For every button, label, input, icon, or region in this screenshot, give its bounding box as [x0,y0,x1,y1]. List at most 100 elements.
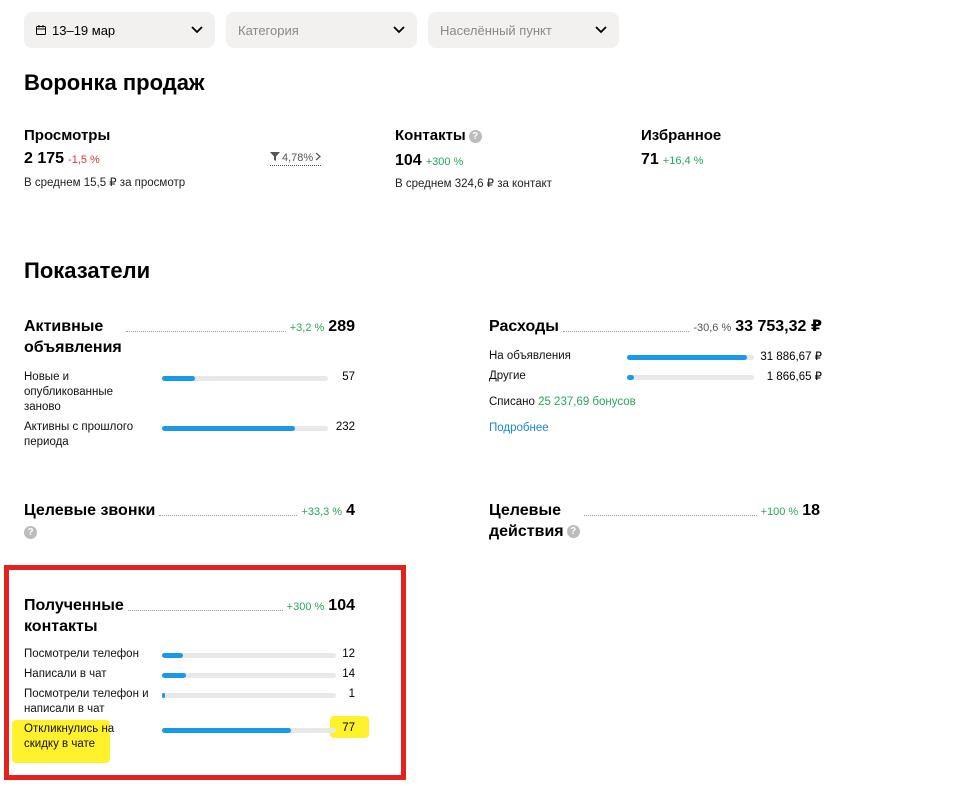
active-ads-title: Активные объявления [24,316,122,358]
expenses-value: 33 753,32 ₽ [735,318,822,335]
target-actions-title-line2: действия [489,523,564,540]
target-actions-delta: +100 % [760,506,799,518]
date-filter[interactable]: 13–19 мар [24,12,215,48]
expenses-more-link[interactable]: Подробнее [489,421,549,436]
phone-and-chat-label: Посмотрели телефон и написали в чат [24,688,149,715]
expenses-other-label: Другие [489,370,526,382]
expenses-other-value: 1 866,65 ₽ [766,371,822,383]
wrote-chat-label: Написали в чат [24,668,107,680]
active-ads-new-bar [162,376,328,381]
dotted-leader [127,610,283,611]
contacts-average: В среднем 324,6 ₽ за контакт [395,178,552,190]
question-icon[interactable]: ? [468,129,482,143]
expenses-header: Расходы -30,6 % 33 753,32 ₽ [489,316,822,337]
expenses-other-bar-fill [627,375,634,380]
target-calls-header: Целевые звонки +33,3 % 4 [24,500,355,521]
discount-response-bar-fill [162,728,291,733]
category-filter[interactable]: Категория [226,12,417,48]
views-value: 2 175 -1,5 % [24,150,100,168]
received-contacts-value: 104 [328,597,355,614]
contacts-delta: +300 % [425,156,464,168]
wrote-chat-bar-fill [162,673,187,678]
received-contacts-delta: +300 % [286,601,325,613]
question-icon[interactable]: ? [24,526,37,539]
active-ads-new-label: Новые и опубликованные заново [24,371,114,413]
location-filter-placeholder: Населённый пункт [440,22,552,38]
phone-viewed-label: Посмотрели телефон [24,648,139,660]
contacts-label-text: Контакты [395,127,466,144]
target-actions-title-line1: Целевые [489,502,562,519]
target-actions-header: Целевые действия? +100 % 18 [489,500,820,542]
favorites-label: Избранное [641,127,722,144]
views-label: Просмотры [24,127,111,144]
phone-and-chat-bar [162,693,336,698]
contacts-label: Контакты? [395,127,482,144]
expenses-ads-value: 31 886,67 ₽ [760,351,822,363]
written-off-label: Списано [489,396,535,408]
active-ads-new-value: 57 [342,371,355,383]
dotted-leader [159,515,298,516]
discount-response-bar [162,728,336,733]
wrote-chat-value: 14 [342,668,355,680]
funnel-filter-icon [270,152,280,164]
expenses-title: Расходы [489,318,559,335]
active-ads-prev-bar [162,426,328,431]
views-delta: -1,5 % [68,154,100,166]
active-ads-new-bar-fill [162,376,196,381]
favorites-value: 71 +16,4 % [641,151,703,169]
written-off-value: 25 237,69 бонусов [538,396,636,408]
chevron-down-icon [595,24,607,36]
received-contacts-title-line2: контакты [24,618,98,635]
received-contacts-header: Полученные контакты +300 % 104 [24,595,355,637]
expenses-ads-bar-fill [627,355,747,360]
contacts-value: 104 +300 % [395,152,463,170]
received-contacts-title: Полученные контакты [24,595,124,637]
favorites-delta: +16,4 % [662,155,704,167]
target-calls-delta: +33,3 % [301,506,343,518]
wrote-chat-bar [162,673,336,678]
expenses-written-off: Списано 25 237,69 бонусов [489,395,636,410]
views-average: В среднем 15,5 ₽ за просмотр [24,177,186,189]
expenses-other-bar [627,375,754,380]
expenses-ads-label: На объявления [489,350,571,362]
expenses-ads-bar [627,355,754,360]
active-ads-title-line1: Активные [24,318,104,335]
expenses-delta: -30,6 % [693,322,732,334]
target-calls-value: 4 [346,502,355,519]
views-number: 2 175 [24,150,65,167]
active-ads-title-line2: объявления [24,339,122,356]
discount-response-value: 77 [342,722,355,734]
discount-response-label: Откликнулись на скидку в чате [24,723,115,750]
phone-viewed-bar-fill [162,653,183,658]
dotted-leader [583,515,757,516]
phone-and-chat-value: 1 [348,688,355,700]
phone-and-chat-bar-fill [162,693,166,698]
dotted-leader [125,331,286,332]
active-ads-prev-value: 232 [335,421,355,433]
target-actions-value: 18 [802,502,820,519]
active-ads-prev-bar-fill [162,426,295,431]
phone-viewed-bar [162,653,336,658]
active-ads-prev-label: Активны с прошлого периода [24,421,134,448]
date-filter-value: 13–19 мар [52,22,116,38]
active-ads-header: Активные объявления +3,2 % 289 [24,316,355,358]
location-filter[interactable]: Населённый пункт [428,12,619,48]
calendar-icon [36,25,46,35]
active-ads-delta: +3,2 % [289,322,325,334]
received-contacts-title-line1: Полученные [24,597,124,614]
chevron-down-icon [191,24,203,36]
contacts-number: 104 [395,152,422,169]
chevron-down-icon [393,24,405,36]
target-calls-title: Целевые звонки [24,502,156,519]
indicators-title: Показатели [24,258,151,283]
funnel-title: Воронка продаж [24,70,205,95]
conversion-value: 4,78% [282,152,314,164]
favorites-number: 71 [641,151,659,168]
chevron-right-icon [315,152,322,164]
category-filter-placeholder: Категория [238,22,299,38]
target-actions-title: Целевые действия? [489,500,580,542]
question-icon[interactable]: ? [566,525,580,539]
active-ads-value: 289 [328,318,355,335]
phone-viewed-value: 12 [342,648,355,660]
conversion-link[interactable]: 4,78% [270,152,322,166]
